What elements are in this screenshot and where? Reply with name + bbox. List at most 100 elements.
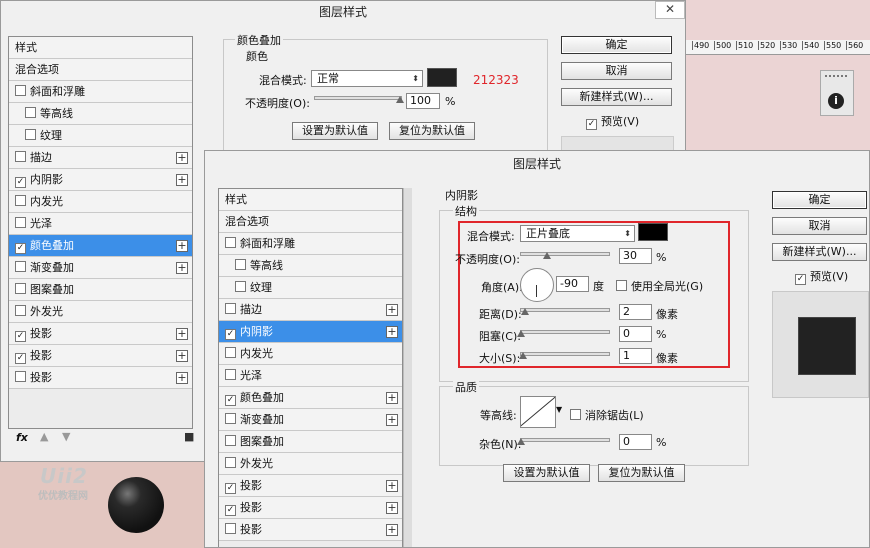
info-panel[interactable]: i <box>820 70 854 116</box>
add-effect-icon[interactable]: + <box>176 328 188 340</box>
add-effect-icon[interactable]: + <box>176 240 188 252</box>
reset-default-button[interactable]: 复位为默认值 <box>389 122 475 140</box>
style-row[interactable]: 光泽 <box>9 213 192 235</box>
add-effect-icon[interactable]: + <box>176 174 188 186</box>
style-checkbox[interactable] <box>15 217 26 228</box>
cancel-button[interactable]: 取消 <box>561 62 672 80</box>
add-effect-icon[interactable]: + <box>386 304 398 316</box>
style-checkbox[interactable] <box>225 435 236 446</box>
add-effect-icon[interactable]: + <box>386 326 398 338</box>
style-row[interactable]: 样式 <box>219 189 402 211</box>
style-checkbox[interactable]: ✓ <box>15 331 26 342</box>
noise-slider-knob[interactable] <box>517 438 525 445</box>
style-row[interactable]: 外发光 <box>9 301 192 323</box>
style-row[interactable]: ✓ 投影 + <box>219 475 402 497</box>
style-checkbox[interactable] <box>15 195 26 206</box>
style-checkbox[interactable] <box>225 523 236 534</box>
style-checkbox[interactable] <box>15 261 26 272</box>
style-row[interactable]: 描边 + <box>219 299 402 321</box>
antialias-checkbox[interactable]: 消除锯齿(L) <box>570 407 644 423</box>
style-checkbox[interactable] <box>15 305 26 316</box>
add-effect-icon[interactable]: + <box>176 372 188 384</box>
style-checkbox[interactable] <box>235 281 246 292</box>
fx-button[interactable]: fx <box>16 431 28 444</box>
contour-picker[interactable] <box>520 396 556 428</box>
style-row[interactable]: 内发光 <box>219 343 402 365</box>
style-checkbox[interactable]: ✓ <box>15 177 26 188</box>
opacity-slider[interactable] <box>314 96 402 100</box>
noise-slider[interactable] <box>520 438 610 442</box>
style-checkbox[interactable] <box>25 107 36 118</box>
style-checkbox[interactable] <box>225 369 236 380</box>
style-checkbox[interactable] <box>225 457 236 468</box>
opacity-input[interactable]: 100 <box>406 93 440 109</box>
trash-icon[interactable]: ■ <box>184 430 194 443</box>
opacity-input[interactable]: 30 <box>619 248 652 264</box>
distance-slider-knob[interactable] <box>521 308 529 315</box>
style-row[interactable]: 纹理 <box>219 277 402 299</box>
close-button[interactable]: ✕ <box>655 1 685 19</box>
cancel-button[interactable]: 取消 <box>772 217 867 235</box>
style-checkbox[interactable] <box>225 303 236 314</box>
style-checkbox[interactable] <box>225 413 236 424</box>
style-checkbox[interactable]: ✓ <box>225 505 236 516</box>
angle-input[interactable]: -90 <box>556 276 589 292</box>
style-row[interactable]: 图案叠加 <box>219 431 402 453</box>
style-row[interactable]: 投影 + <box>9 367 192 389</box>
size-slider-knob[interactable] <box>519 352 527 359</box>
distance-slider[interactable] <box>520 308 610 312</box>
style-row[interactable]: 外发光 <box>219 453 402 475</box>
add-effect-icon[interactable]: + <box>386 524 398 536</box>
style-row[interactable]: 样式 <box>9 37 192 59</box>
style-row[interactable]: 等高线 <box>219 255 402 277</box>
set-default-button[interactable]: 设置为默认值 <box>503 464 590 482</box>
style-row[interactable]: 斜面和浮雕 <box>219 233 402 255</box>
global-light-checkbox[interactable]: 使用全局光(G) <box>616 278 703 294</box>
style-row[interactable]: ✓ 投影 + <box>219 497 402 519</box>
choke-slider[interactable] <box>520 330 610 334</box>
style-checkbox[interactable]: ✓ <box>15 243 26 254</box>
opacity-slider[interactable] <box>520 252 610 256</box>
move-up-icon[interactable]: ▲ <box>40 430 48 443</box>
set-default-button[interactable]: 设置为默认值 <box>292 122 378 140</box>
style-row[interactable]: 渐变叠加 + <box>219 409 402 431</box>
style-row[interactable]: 图案叠加 <box>9 279 192 301</box>
ok-button[interactable]: 确定 <box>772 191 867 209</box>
style-row[interactable]: ✓ 投影 + <box>9 345 192 367</box>
style-checkbox[interactable] <box>15 85 26 96</box>
style-row[interactable]: 光泽 <box>219 365 402 387</box>
choke-slider-knob[interactable] <box>517 330 525 337</box>
style-row[interactable]: 内发光 <box>9 191 192 213</box>
add-effect-icon[interactable]: + <box>386 414 398 426</box>
style-checkbox[interactable] <box>225 237 236 248</box>
add-effect-icon[interactable]: + <box>176 262 188 274</box>
shadow-color-swatch[interactable] <box>638 223 668 241</box>
opacity-slider-knob[interactable] <box>543 252 551 259</box>
style-row[interactable]: 斜面和浮雕 <box>9 81 192 103</box>
blend-mode-select[interactable]: 正常 ⬍ <box>311 70 423 87</box>
style-row[interactable]: 等高线 <box>9 103 192 125</box>
noise-input[interactable]: 0 <box>619 434 652 450</box>
style-checkbox[interactable]: ✓ <box>225 329 236 340</box>
add-effect-icon[interactable]: + <box>176 350 188 362</box>
ok-button[interactable]: 确定 <box>561 36 672 54</box>
style-row[interactable]: ✓ 颜色叠加 + <box>219 387 402 409</box>
style-row[interactable]: ✓ 颜色叠加 + <box>9 235 192 257</box>
style-row[interactable]: 混合选项 <box>219 211 402 233</box>
move-down-icon[interactable]: ▼ <box>62 430 70 443</box>
style-checkbox[interactable]: ✓ <box>225 395 236 406</box>
choke-input[interactable]: 0 <box>619 326 652 342</box>
overlay-color-swatch[interactable] <box>427 68 457 87</box>
style-row[interactable]: 投影 + <box>219 519 402 541</box>
style-checkbox[interactable]: ✓ <box>225 483 236 494</box>
styles-scrollbar[interactable] <box>403 188 412 547</box>
new-style-button[interactable]: 新建样式(W)... <box>772 243 867 261</box>
style-row[interactable]: 纹理 <box>9 125 192 147</box>
style-row[interactable]: ✓ 内阴影 + <box>219 321 402 343</box>
contour-dropdown-arrow-icon[interactable]: ▼ <box>556 405 562 414</box>
style-checkbox[interactable]: ✓ <box>15 353 26 364</box>
style-checkbox[interactable] <box>25 129 36 140</box>
reset-default-button[interactable]: 复位为默认值 <box>598 464 685 482</box>
opacity-slider-knob[interactable] <box>396 96 404 103</box>
style-checkbox[interactable] <box>15 151 26 162</box>
